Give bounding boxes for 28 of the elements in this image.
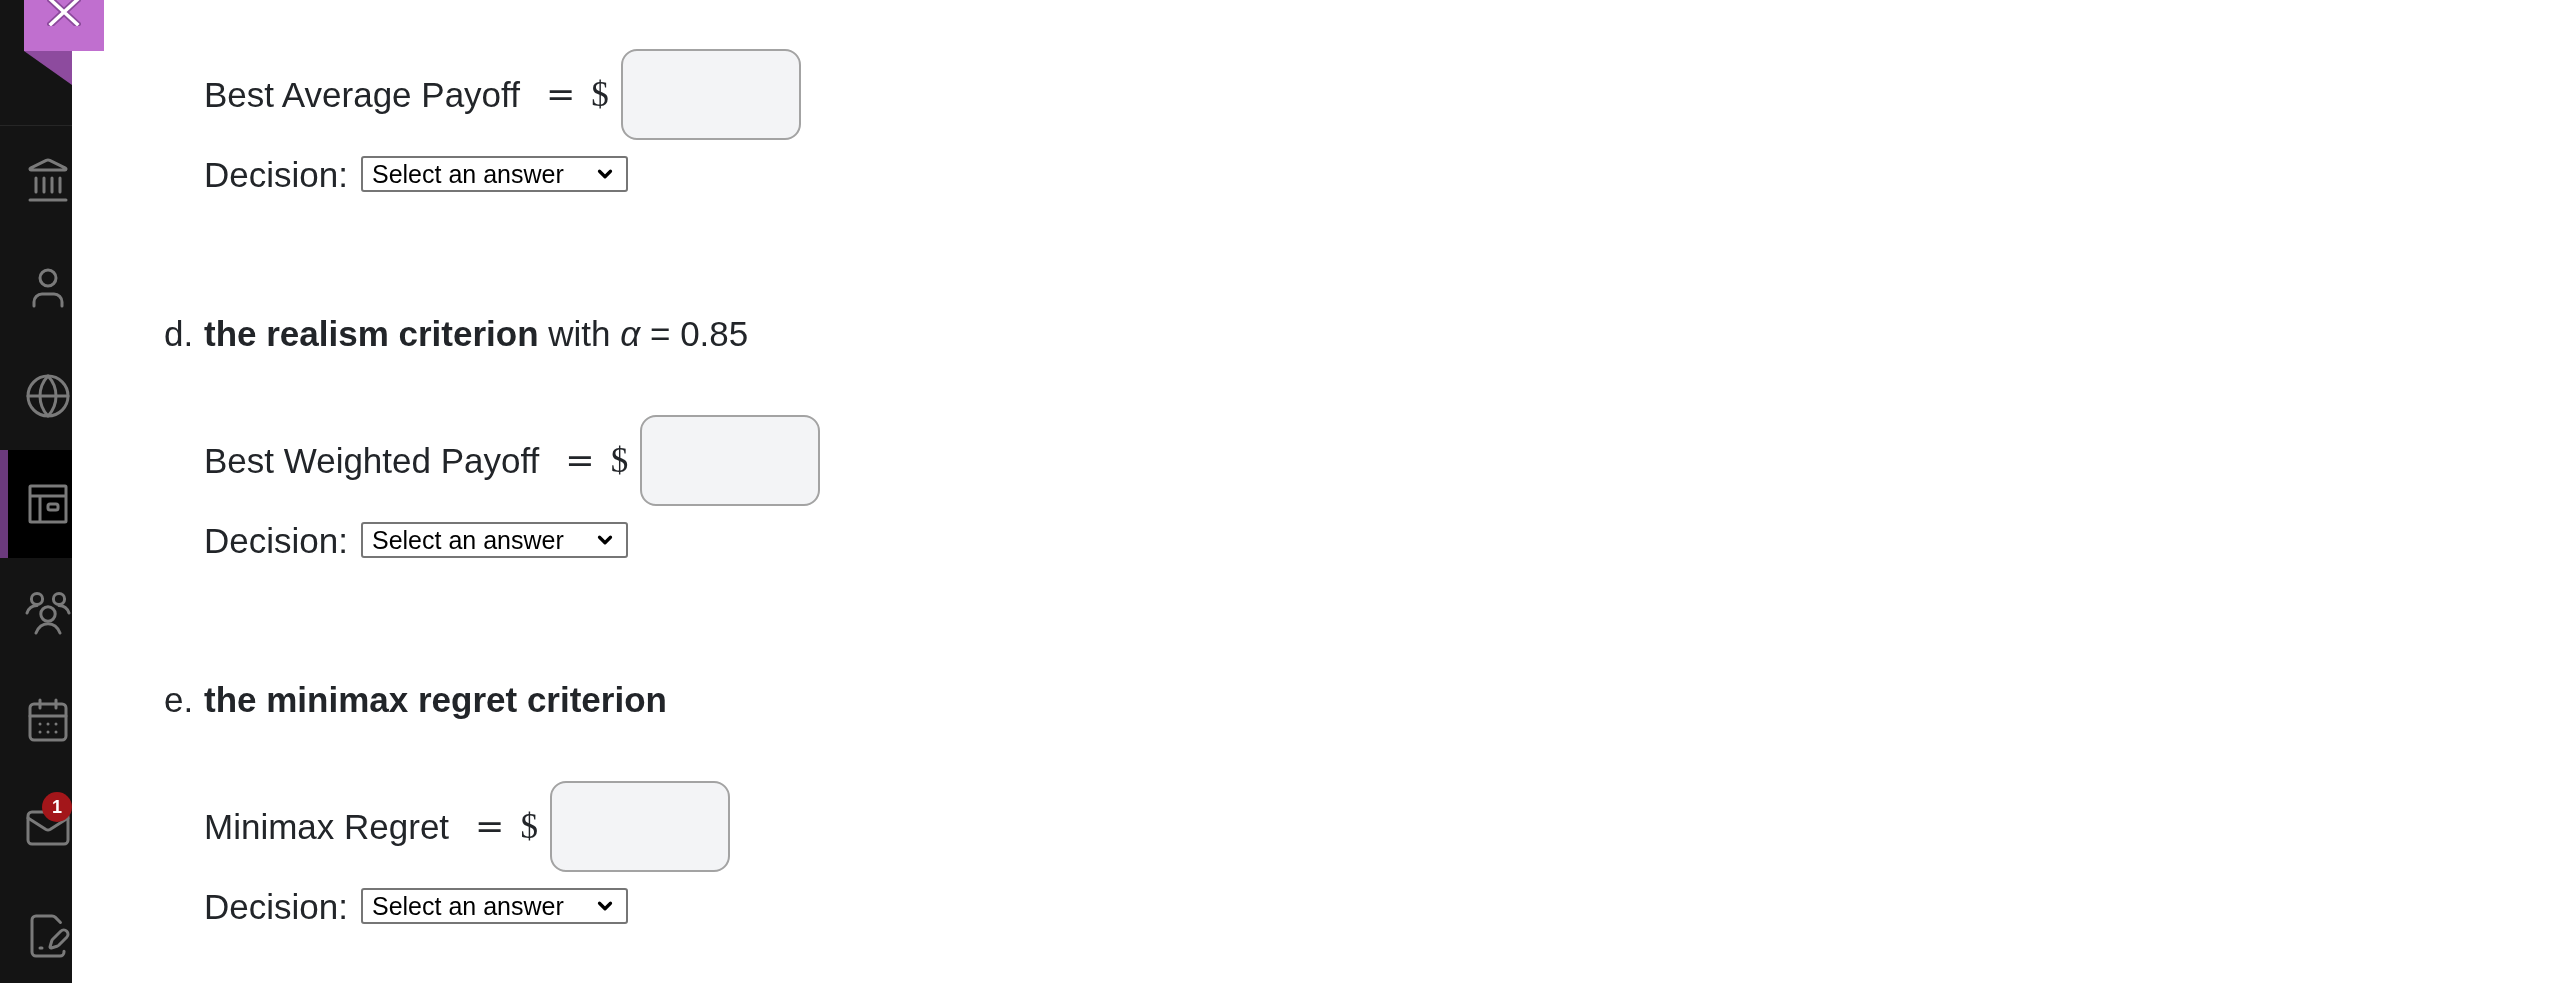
sidebar-item[interactable] — [0, 450, 72, 558]
equals-sign: = — [475, 809, 505, 844]
answer-label: Minimax Regret — [204, 809, 450, 844]
currency-sign: $ — [520, 809, 538, 844]
answer-select[interactable]: Select an answer — [360, 156, 628, 192]
decision-label: Decision: — [204, 888, 348, 924]
question-letter: e. — [164, 682, 195, 717]
currency-sign: $ — [591, 77, 609, 112]
question-letter: d. — [164, 316, 195, 351]
close-icon — [47, 0, 81, 26]
answer-field[interactable] — [640, 415, 821, 506]
question-heading: the realism criterion with α = 0.85 — [204, 316, 749, 351]
answer-select[interactable]: Select an answer — [360, 522, 628, 558]
close-button[interactable] — [24, 0, 104, 51]
globe-icon — [24, 372, 72, 420]
equals-sign: = — [545, 77, 576, 112]
currency-sign: $ — [610, 443, 629, 478]
answer-label: Best Average Payoff — [204, 77, 520, 112]
notification-badge: 1 — [42, 792, 72, 822]
answer-field[interactable] — [549, 781, 730, 872]
answer-label: Best Weighted Payoff — [204, 443, 540, 478]
question-heading: the minimax regret criterion — [204, 682, 667, 717]
equals-sign: = — [565, 443, 595, 478]
answer-field[interactable] — [620, 49, 801, 140]
decision-label: Decision: — [204, 156, 348, 192]
answer-select[interactable]: Select an answer — [360, 888, 628, 924]
decision-label: Decision: — [204, 522, 348, 558]
fold-corner-drawing — [24, 51, 72, 85]
